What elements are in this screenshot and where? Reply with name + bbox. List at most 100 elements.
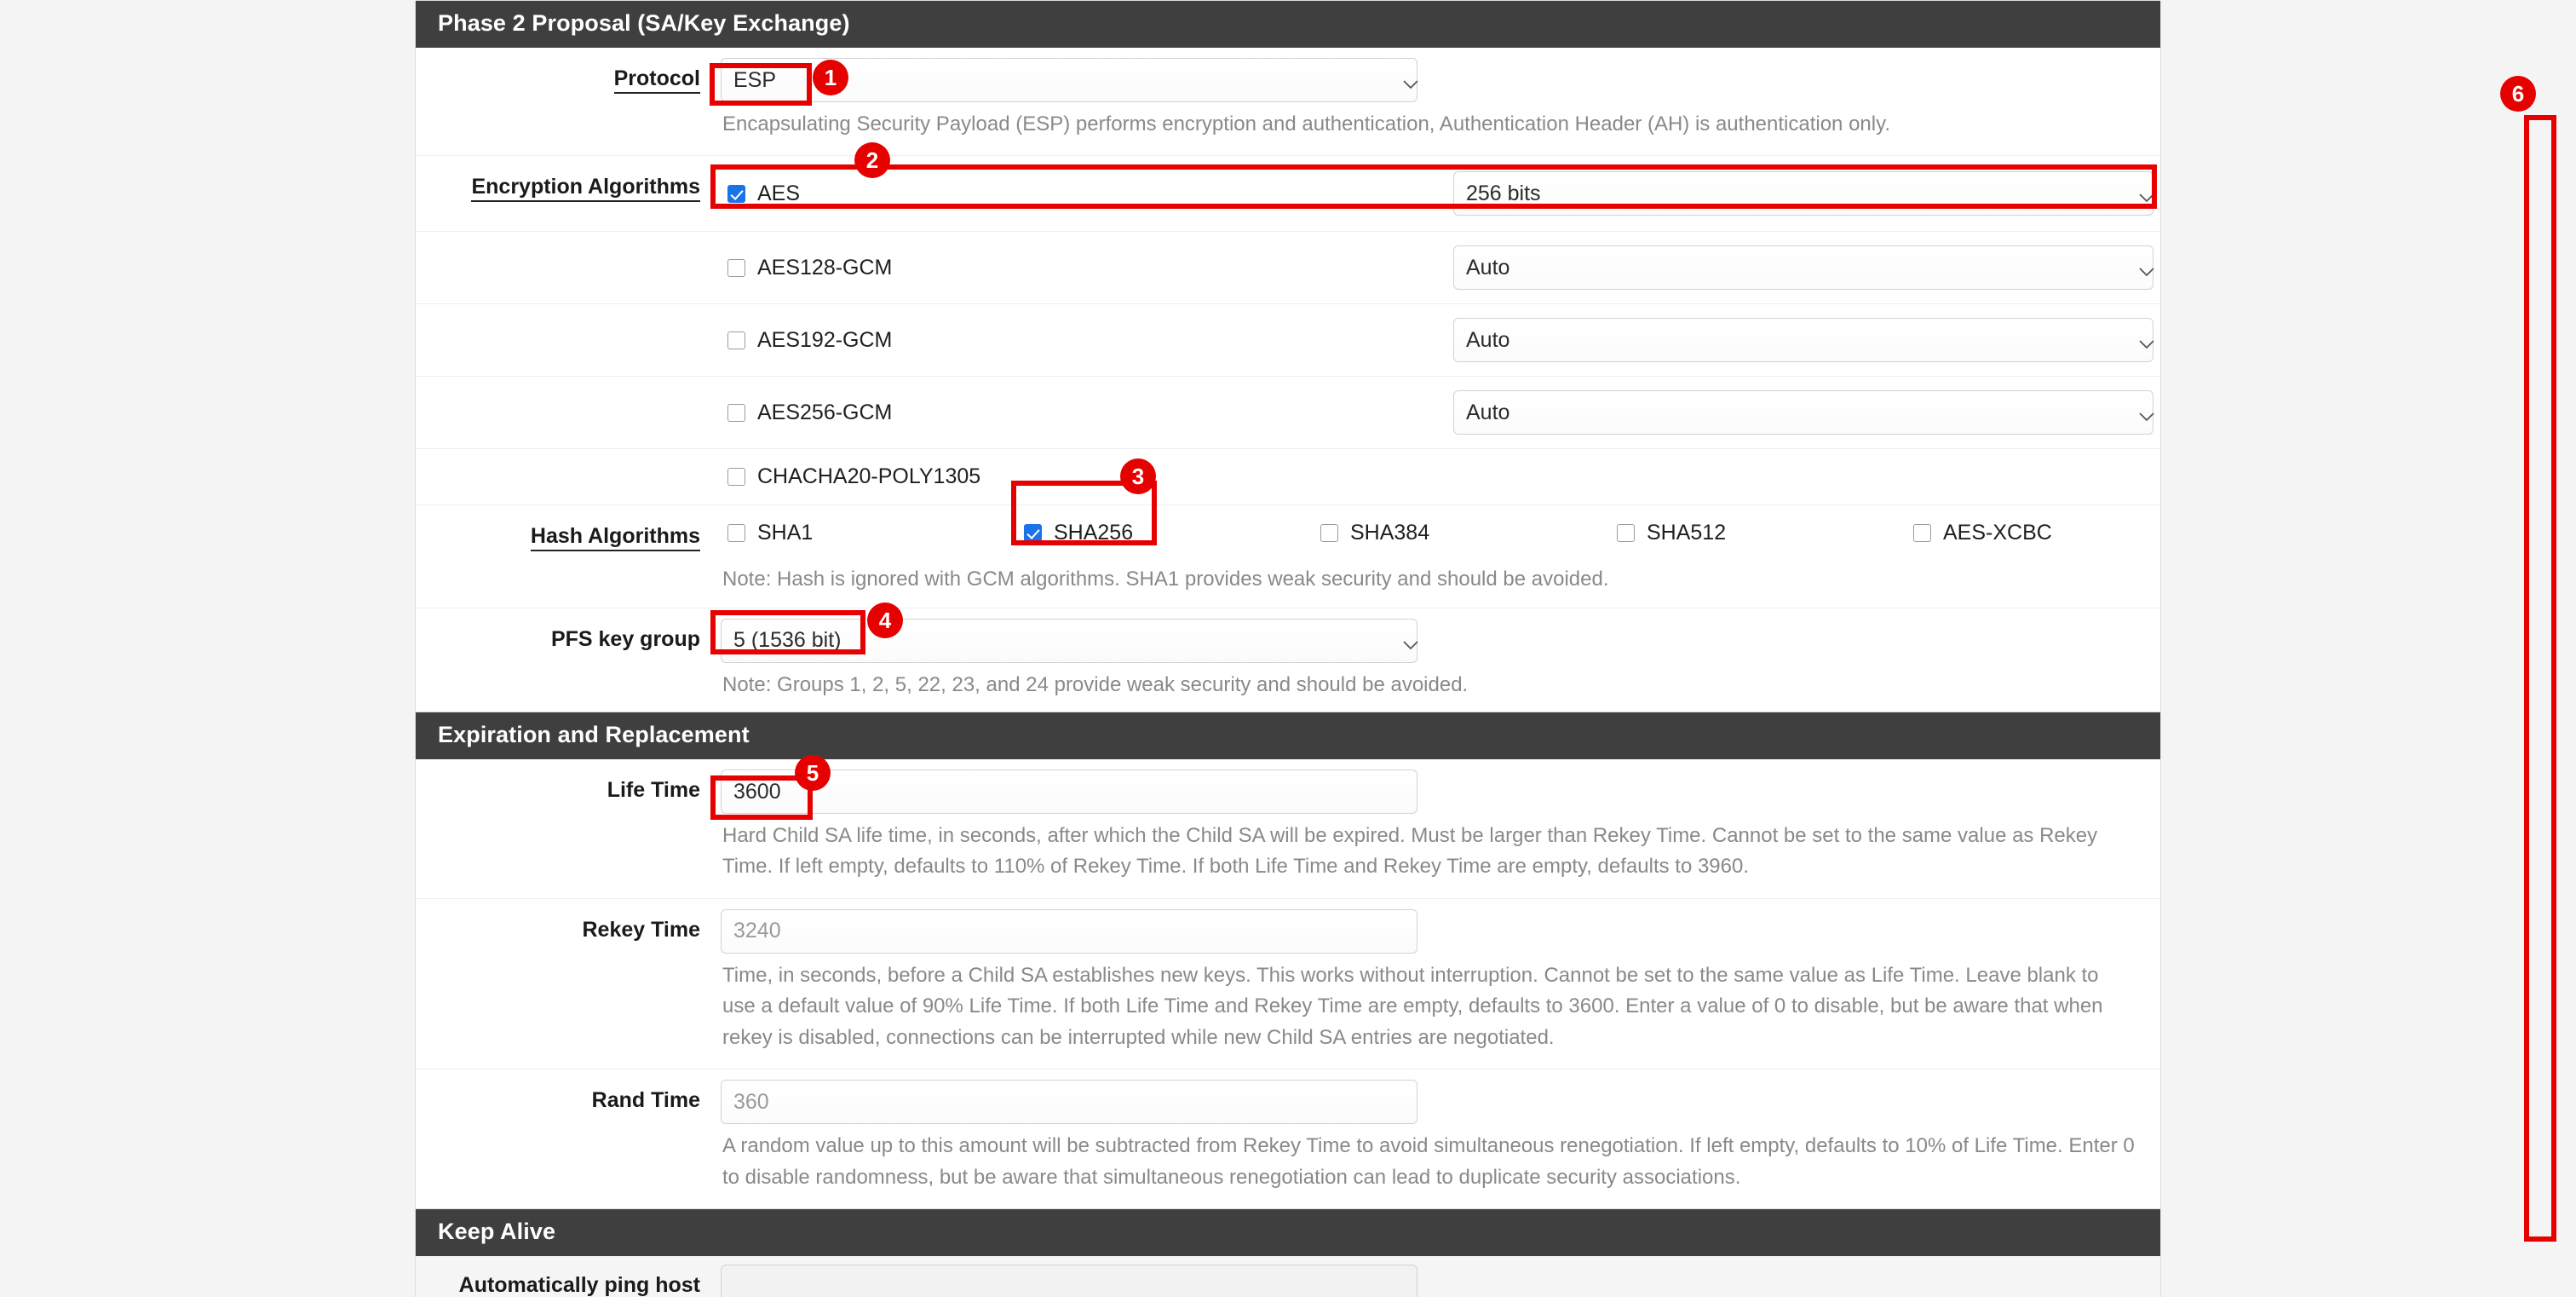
aes256-gcm-checkbox[interactable]: AES256-GCM [727,401,1453,425]
keep-alive-body: Automatically ping host [416,1256,2160,1297]
sha384-label: SHA384 [1350,521,1430,545]
annotation-box-6 [2524,115,2556,1242]
phase2-proposal-body: Protocol ESP Encapsulating Security Payl… [416,48,2160,717]
aes-xcbc-checkbox[interactable]: AES-XCBC [1913,521,2210,545]
rand-time-label: Rand Time [591,1088,700,1113]
encryption-aes128gcm-field: AES128-GCM Auto [721,232,2160,303]
encryption-algorithms-row-chacha20: CHACHA20-POLY1305 [416,448,2160,504]
checkbox-icon [727,184,745,203]
aes-keylength-select[interactable]: 256 bits [1453,171,2154,216]
pfs-key-group-row: PFS key group 5 (1536 bit) Note: Groups … [416,607,2160,716]
pfs-key-group-value: 5 (1536 bit) [733,628,842,653]
phase2-proposal-panel: Phase 2 Proposal (SA/Key Exchange) Proto… [415,0,2161,718]
keep-alive-header: Keep Alive [416,1209,2160,1256]
rand-time-placeholder: 360 [733,1089,769,1114]
aes-keylength-value: 256 bits [1466,181,1541,205]
ping-host-field [721,1256,2160,1297]
expiration-replacement-body: Life Time 3600 Hard Child SA life time, … [416,759,2160,1209]
checkbox-icon [727,258,745,277]
hash-algorithms-label: Hash Algorithms [416,505,721,552]
spacer-label [416,449,721,468]
checkbox-icon [1024,524,1042,543]
encryption-aes256gcm-field: AES256-GCM Auto [721,377,2160,448]
chacha20-poly1305-label: CHACHA20-POLY1305 [757,464,981,489]
encryption-algorithms-row-aes128gcm: AES128-GCM Auto [416,231,2160,303]
checkbox-icon [727,403,745,422]
annotation-badge-1: 1 [813,60,848,95]
sha512-checkbox[interactable]: SHA512 [1617,521,1913,545]
keep-alive-panel: Keep Alive Automatically ping host [415,1208,2161,1297]
checkbox-icon [1913,524,1931,543]
rekey-time-input[interactable]: 3240 [721,908,1417,954]
spacer-label [416,304,721,323]
rekey-time-placeholder: 3240 [733,919,781,943]
checkbox-icon [1320,524,1338,543]
encryption-algorithms-label: Encryption Algorithms [416,156,721,203]
spacer-label [416,232,721,251]
protocol-field: ESP Encapsulating Security Payload (ESP)… [721,48,2160,155]
life-time-value: 3600 [733,779,781,804]
life-time-field: 3600 Hard Child SA life time, in seconds… [721,759,2160,898]
aes128-gcm-checkbox[interactable]: AES128-GCM [727,256,1453,280]
rekey-time-row: Rekey Time 3240 Time, in seconds, before… [416,897,2160,1069]
aes-checkbox[interactable]: AES [727,182,1453,206]
aes128-gcm-keylength-select[interactable]: Auto [1453,245,2154,291]
pfs-key-group-select[interactable]: 5 (1536 bit) [721,618,1418,663]
protocol-label: Protocol [416,48,721,94]
aes256-gcm-keylength-value: Auto [1466,400,1510,424]
rand-time-field: 360 A random value up to this amount wil… [721,1069,2160,1208]
life-time-row: Life Time 3600 Hard Child SA life time, … [416,759,2160,898]
annotation-badge-4: 4 [867,602,903,638]
aes128-gcm-label: AES128-GCM [757,255,893,280]
pfs-key-group-field: 5 (1536 bit) Note: Groups 1, 2, 5, 22, 2… [721,608,2160,716]
sha256-checkbox[interactable]: SHA256 [1024,521,1320,545]
checkbox-icon [727,524,745,543]
encryption-algorithms-row-aes: Encryption Algorithms AES 256 bits [416,155,2160,231]
ping-host-input[interactable] [721,1265,1417,1297]
aes128-gcm-keylength-value: Auto [1466,255,1510,280]
pfs-key-group-help: Note: Groups 1, 2, 5, 22, 23, and 24 pro… [722,672,1469,696]
annotation-badge-2: 2 [854,142,890,178]
checkbox-icon [727,331,745,349]
hash-algorithms-row: Hash Algorithms SHA1 SHA256 SHA384 SHA51… [416,504,2160,607]
checkbox-icon [1617,524,1635,543]
rand-time-help: A random value up to this amount will be… [722,1134,2135,1189]
sha512-label: SHA512 [1647,521,1727,545]
aes192-gcm-keylength-select[interactable]: Auto [1453,318,2154,363]
chacha20-poly1305-checkbox[interactable]: CHACHA20-POLY1305 [727,464,1453,489]
encryption-algorithms-row-aes192gcm: AES192-GCM Auto [416,303,2160,376]
hash-algorithms-field: SHA1 SHA256 SHA384 SHA512 AES-XCBC Note:… [721,505,2210,607]
sha384-checkbox[interactable]: SHA384 [1320,521,1617,545]
aes192-gcm-keylength-value: Auto [1466,327,1510,352]
sha1-checkbox[interactable]: SHA1 [727,521,1024,545]
protocol-select-value: ESP [733,67,777,92]
rand-time-input[interactable]: 360 [721,1080,1417,1125]
phase2-proposal-header: Phase 2 Proposal (SA/Key Exchange) [416,1,2160,48]
screenshot-root: Phase 2 Proposal (SA/Key Exchange) Proto… [0,0,2576,1297]
annotation-badge-6: 6 [2500,76,2536,112]
pfs-key-group-label: PFS key group [550,626,700,651]
sha256-label: SHA256 [1054,521,1134,545]
annotation-badge-3: 3 [1120,458,1156,494]
life-time-label: Life Time [607,778,700,802]
rekey-time-label: Rekey Time [582,917,700,942]
sha1-label: SHA1 [757,521,814,545]
aes192-gcm-checkbox[interactable]: AES192-GCM [727,328,1453,353]
rekey-time-field: 3240 Time, in seconds, before a Child SA… [721,899,2160,1069]
life-time-help: Hard Child SA life time, in seconds, aft… [722,824,2098,879]
aes256-gcm-keylength-select[interactable]: Auto [1453,390,2154,435]
encryption-algorithms-row-aes256gcm: AES256-GCM Auto [416,376,2160,448]
aes256-gcm-label: AES256-GCM [757,400,893,424]
checkbox-icon [727,468,745,487]
aes192-gcm-label: AES192-GCM [757,327,893,352]
protocol-row: Protocol ESP Encapsulating Security Payl… [416,48,2160,155]
spacer-label [416,377,721,395]
encryption-aes-field: AES 256 bits [721,156,2160,231]
aes-label: AES [757,181,801,205]
expiration-replacement-panel: Expiration and Replacement Life Time 360… [415,712,2161,1210]
encryption-chacha20-field: CHACHA20-POLY1305 [721,449,2160,504]
protocol-help: Encapsulating Security Payload (ESP) per… [722,112,1890,135]
encryption-aes192gcm-field: AES192-GCM Auto [721,304,2160,376]
expiration-replacement-header: Expiration and Replacement [416,712,2160,759]
hash-algorithms-help: Note: Hash is ignored with GCM algorithm… [722,568,1609,591]
